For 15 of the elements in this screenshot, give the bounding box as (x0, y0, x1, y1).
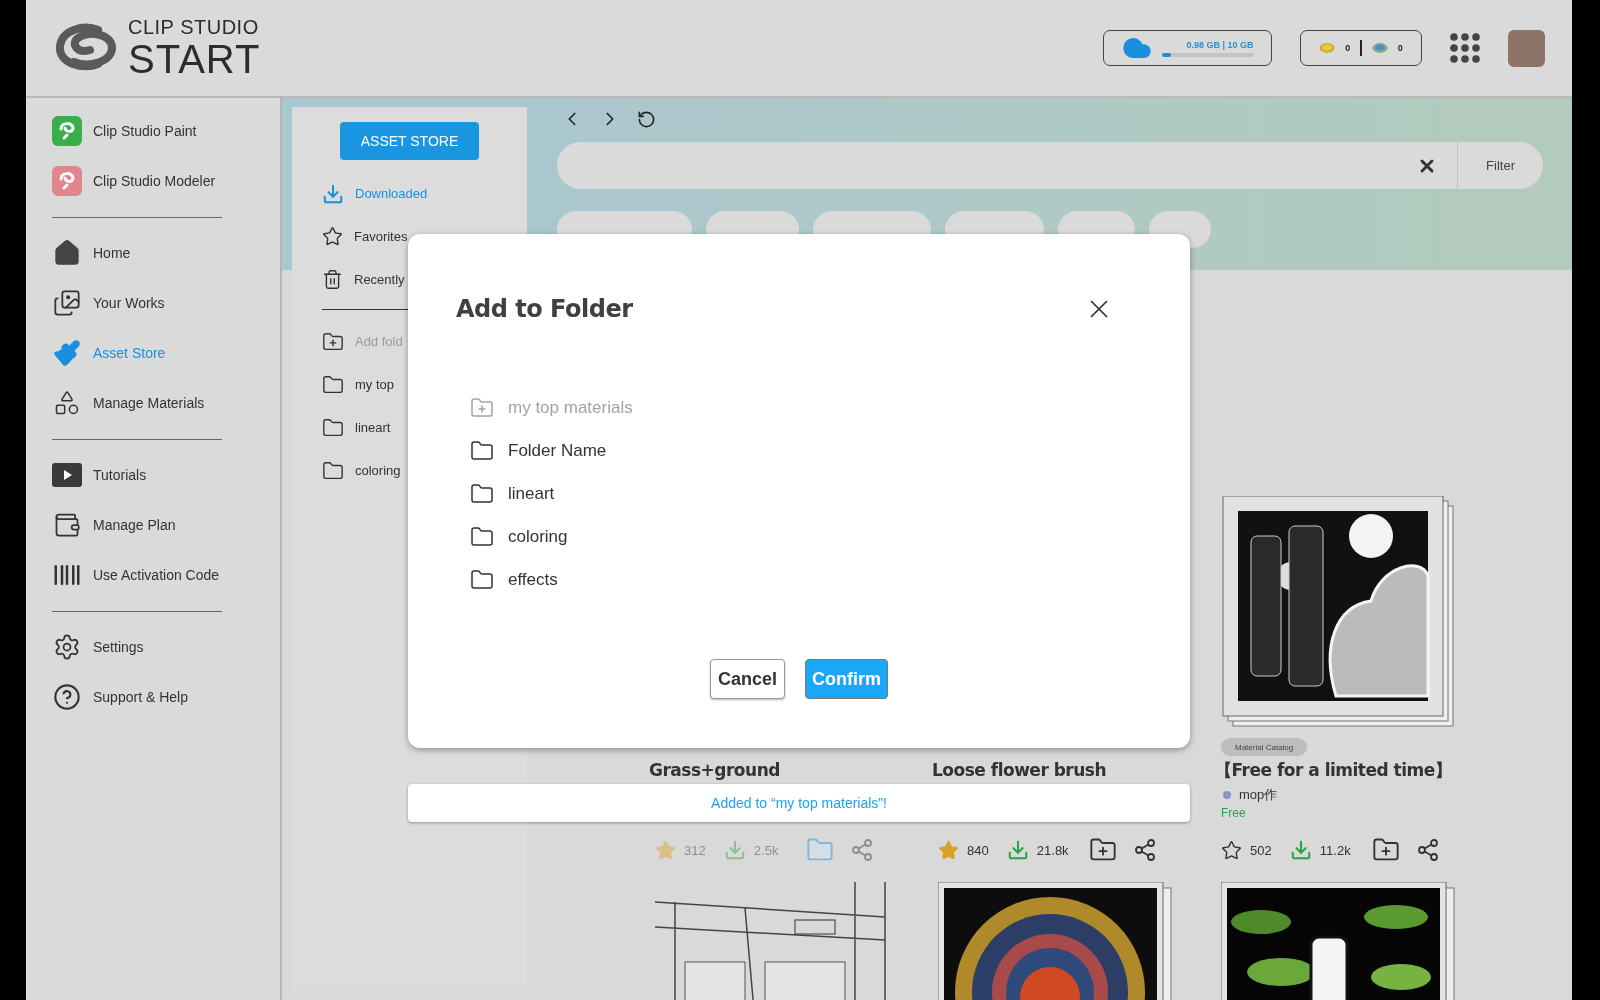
storage-text: 0.98 GB | 10 GB (1185, 39, 1254, 50)
rating-count: 312 (684, 842, 706, 858)
coin-count: 0 (1397, 43, 1403, 53)
category-tag: Material Catalog (1221, 738, 1308, 756)
dialog-title: Add to Folder (456, 295, 633, 323)
toast-message: Added to “my top materials”! (408, 784, 1190, 822)
download-count: 11.2k (1319, 842, 1351, 858)
download-count: 21.8k (1036, 842, 1069, 858)
price-text: Free (1221, 806, 1247, 822)
logo-text: START (128, 39, 261, 79)
rating-count: 502 (1250, 842, 1272, 858)
coin-count: 0 (1345, 43, 1351, 53)
rating-count: 840 (967, 842, 989, 858)
download-count: 2.5k (753, 842, 779, 858)
logo-text: CLIP STUDIO (128, 17, 260, 37)
